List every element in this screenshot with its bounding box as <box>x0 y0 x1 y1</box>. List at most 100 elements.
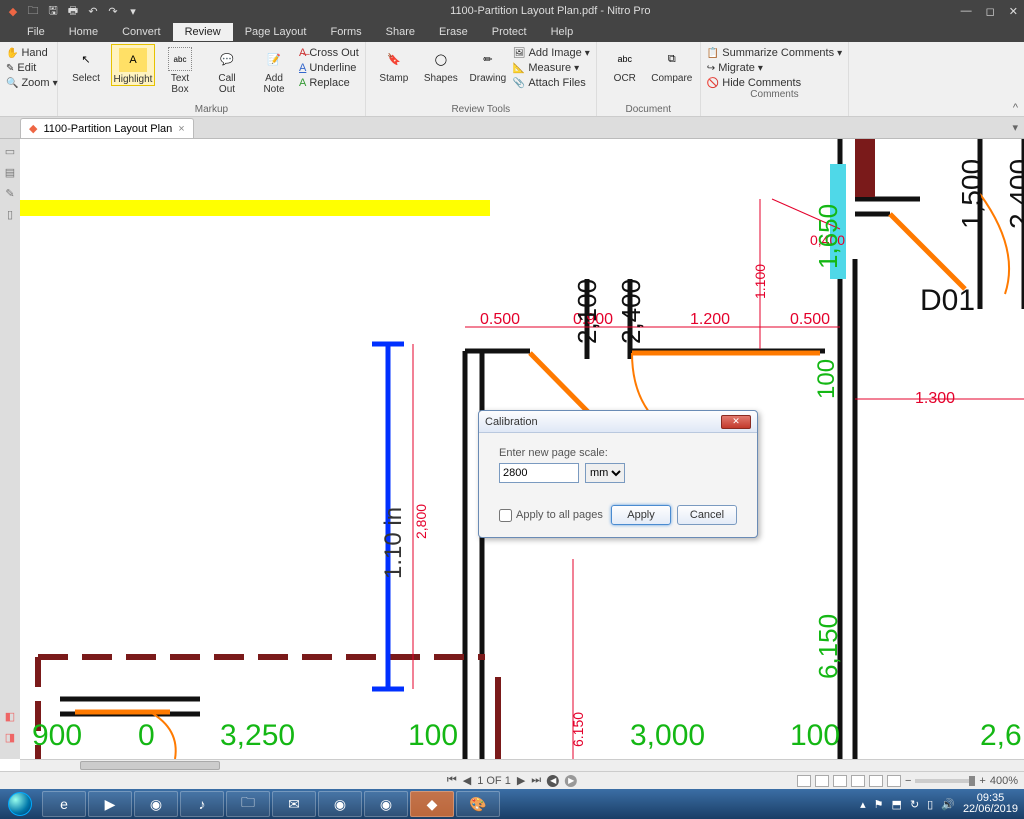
close-tab-icon[interactable]: × <box>178 123 184 135</box>
menu-review[interactable]: Review <box>173 23 233 41</box>
document-tab[interactable]: ◆ 1100-Partition Layout Plan × <box>20 118 194 138</box>
task-paint[interactable]: 🎨 <box>456 791 500 817</box>
summarize-comments-button[interactable]: 📋 Summarize Comments ▾ <box>707 47 842 59</box>
zoom-level: 400% <box>990 775 1018 787</box>
zoom-out-icon[interactable]: − <box>905 775 911 787</box>
menu-help[interactable]: Help <box>539 23 586 41</box>
task-media[interactable]: ▶ <box>88 791 132 817</box>
compare-button[interactable]: ⧉Compare <box>650 44 694 84</box>
attachments-panel-icon[interactable]: ▯ <box>7 208 13 221</box>
tray-network-icon[interactable]: ▯ <box>927 798 933 811</box>
shapes-button[interactable]: ◯Shapes <box>419 44 463 84</box>
group-document: Document <box>603 104 694 116</box>
scroll-thumb[interactable] <box>80 761 220 770</box>
menu-file[interactable]: File <box>15 23 57 41</box>
qat-more-icon[interactable]: ▾ <box>126 4 140 18</box>
dim-label: 0 <box>138 719 155 753</box>
dim-label: 2,400 <box>616 279 647 344</box>
underline-button[interactable]: A Underline <box>299 62 359 74</box>
edit-tool[interactable]: ✎ Edit <box>6 62 51 74</box>
document-tab-strip: ◆ 1100-Partition Layout Plan × ▾ <box>0 117 1024 139</box>
nav-back-icon[interactable]: ◀ <box>547 775 559 787</box>
menu-protect[interactable]: Protect <box>480 23 539 41</box>
zoom-slider[interactable] <box>915 779 975 783</box>
tray-clock[interactable]: 09:35 22/06/2019 <box>963 793 1018 815</box>
last-page-icon[interactable]: ⏭ <box>531 774 541 787</box>
view-mode-5[interactable] <box>869 775 883 787</box>
view-mode-2[interactable] <box>815 775 829 787</box>
view-mode-4[interactable] <box>851 775 865 787</box>
measure-button[interactable]: 📐 Measure ▾ <box>513 62 590 74</box>
next-page-icon[interactable]: ▶ <box>517 774 525 787</box>
print-icon[interactable]: 🖶 <box>66 4 80 18</box>
cancel-button[interactable]: Cancel <box>677 505 737 525</box>
pages-panel-icon[interactable]: ▭ <box>5 145 15 158</box>
task-chrome-1[interactable]: ◉ <box>134 791 178 817</box>
signatures-panel-icon[interactable]: ✎ <box>5 187 14 200</box>
menu-home[interactable]: Home <box>57 23 110 41</box>
view-mode-6[interactable] <box>887 775 901 787</box>
task-nitro[interactable]: ◆ <box>410 791 454 817</box>
tray-icon-2[interactable]: ↻ <box>910 798 919 811</box>
nav-fwd-icon[interactable]: ▶ <box>565 775 577 787</box>
panel-icon-2[interactable]: ◨ <box>5 731 15 744</box>
task-ie[interactable]: e <box>42 791 86 817</box>
zoom-tool[interactable]: 🔍 Zoom ▾ <box>6 77 51 89</box>
attach-files-button[interactable]: 📎 Attach Files <box>513 77 590 89</box>
add-note-button[interactable]: 📝Add Note <box>252 44 296 95</box>
close-button[interactable]: ✕ <box>1009 5 1018 18</box>
open-icon[interactable]: 🗀 <box>26 4 40 18</box>
dim-label: 2,800 <box>413 504 429 539</box>
start-button[interactable] <box>0 789 40 819</box>
menu-forms[interactable]: Forms <box>318 23 373 41</box>
tray-up-icon[interactable]: ▴ <box>860 798 866 811</box>
zoom-in-icon[interactable]: + <box>979 775 985 787</box>
hide-comments-button[interactable]: 🚫 Hide Comments <box>707 77 842 89</box>
task-itunes[interactable]: ♪ <box>180 791 224 817</box>
tray-icon-1[interactable]: ⬒ <box>892 798 902 811</box>
undo-icon[interactable]: ↶ <box>86 4 100 18</box>
dialog-close-icon[interactable]: ✕ <box>721 415 751 429</box>
collapse-ribbon-icon[interactable]: ^ <box>1013 102 1018 114</box>
cross-out-button[interactable]: A̶ Cross Out <box>299 47 359 59</box>
bookmarks-panel-icon[interactable]: ▤ <box>5 166 15 179</box>
scale-input[interactable] <box>499 463 579 483</box>
select-button[interactable]: ↖Select <box>64 44 108 84</box>
tray-volume-icon[interactable]: 🔊 <box>941 798 955 811</box>
dim-label: 2,400 <box>1004 159 1024 229</box>
task-chrome-3[interactable]: ◉ <box>364 791 408 817</box>
tray-flag-icon[interactable]: ⚑ <box>874 798 884 811</box>
ocr-button[interactable]: abcOCR <box>603 44 647 84</box>
drawing-button[interactable]: ✏Drawing <box>466 44 510 84</box>
menu-erase[interactable]: Erase <box>427 23 480 41</box>
menu-share[interactable]: Share <box>374 23 427 41</box>
highlight-button[interactable]: AHighlight <box>111 44 155 86</box>
task-explorer[interactable]: 🗀 <box>226 791 270 817</box>
prev-page-icon[interactable]: ◀ <box>463 774 471 787</box>
redo-icon[interactable]: ↷ <box>106 4 120 18</box>
stamp-button[interactable]: 🔖Stamp <box>372 44 416 84</box>
apply-button[interactable]: Apply <box>611 505 671 525</box>
first-page-icon[interactable]: ⏮ <box>447 774 457 787</box>
text-box-button[interactable]: abcText Box <box>158 44 202 95</box>
minimize-button[interactable]: — <box>961 5 972 18</box>
apply-all-checkbox[interactable]: Apply to all pages <box>499 509 603 522</box>
horizontal-scrollbar[interactable] <box>20 759 1024 771</box>
task-chrome-2[interactable]: ◉ <box>318 791 362 817</box>
migrate-button[interactable]: ↪ Migrate ▾ <box>707 62 842 74</box>
replace-button[interactable]: A Replace <box>299 77 359 89</box>
add-image-button[interactable]: 🖼 Add Image ▾ <box>513 47 590 59</box>
panel-icon-1[interactable]: ◧ <box>5 710 15 723</box>
hand-tool[interactable]: ✋ Hand <box>6 47 51 59</box>
view-mode-1[interactable] <box>797 775 811 787</box>
maximize-button[interactable]: ◻ <box>986 5 995 18</box>
tab-menu-icon[interactable]: ▾ <box>1012 121 1018 134</box>
unit-select[interactable]: mm <box>585 463 625 483</box>
view-mode-3[interactable] <box>833 775 847 787</box>
menu-convert[interactable]: Convert <box>110 23 173 41</box>
group-markup: Markup <box>64 104 359 116</box>
call-out-button[interactable]: 💬Call Out <box>205 44 249 95</box>
save-icon[interactable]: 🖫 <box>46 4 60 18</box>
task-outlook[interactable]: ✉ <box>272 791 316 817</box>
menu-page-layout[interactable]: Page Layout <box>233 23 319 41</box>
